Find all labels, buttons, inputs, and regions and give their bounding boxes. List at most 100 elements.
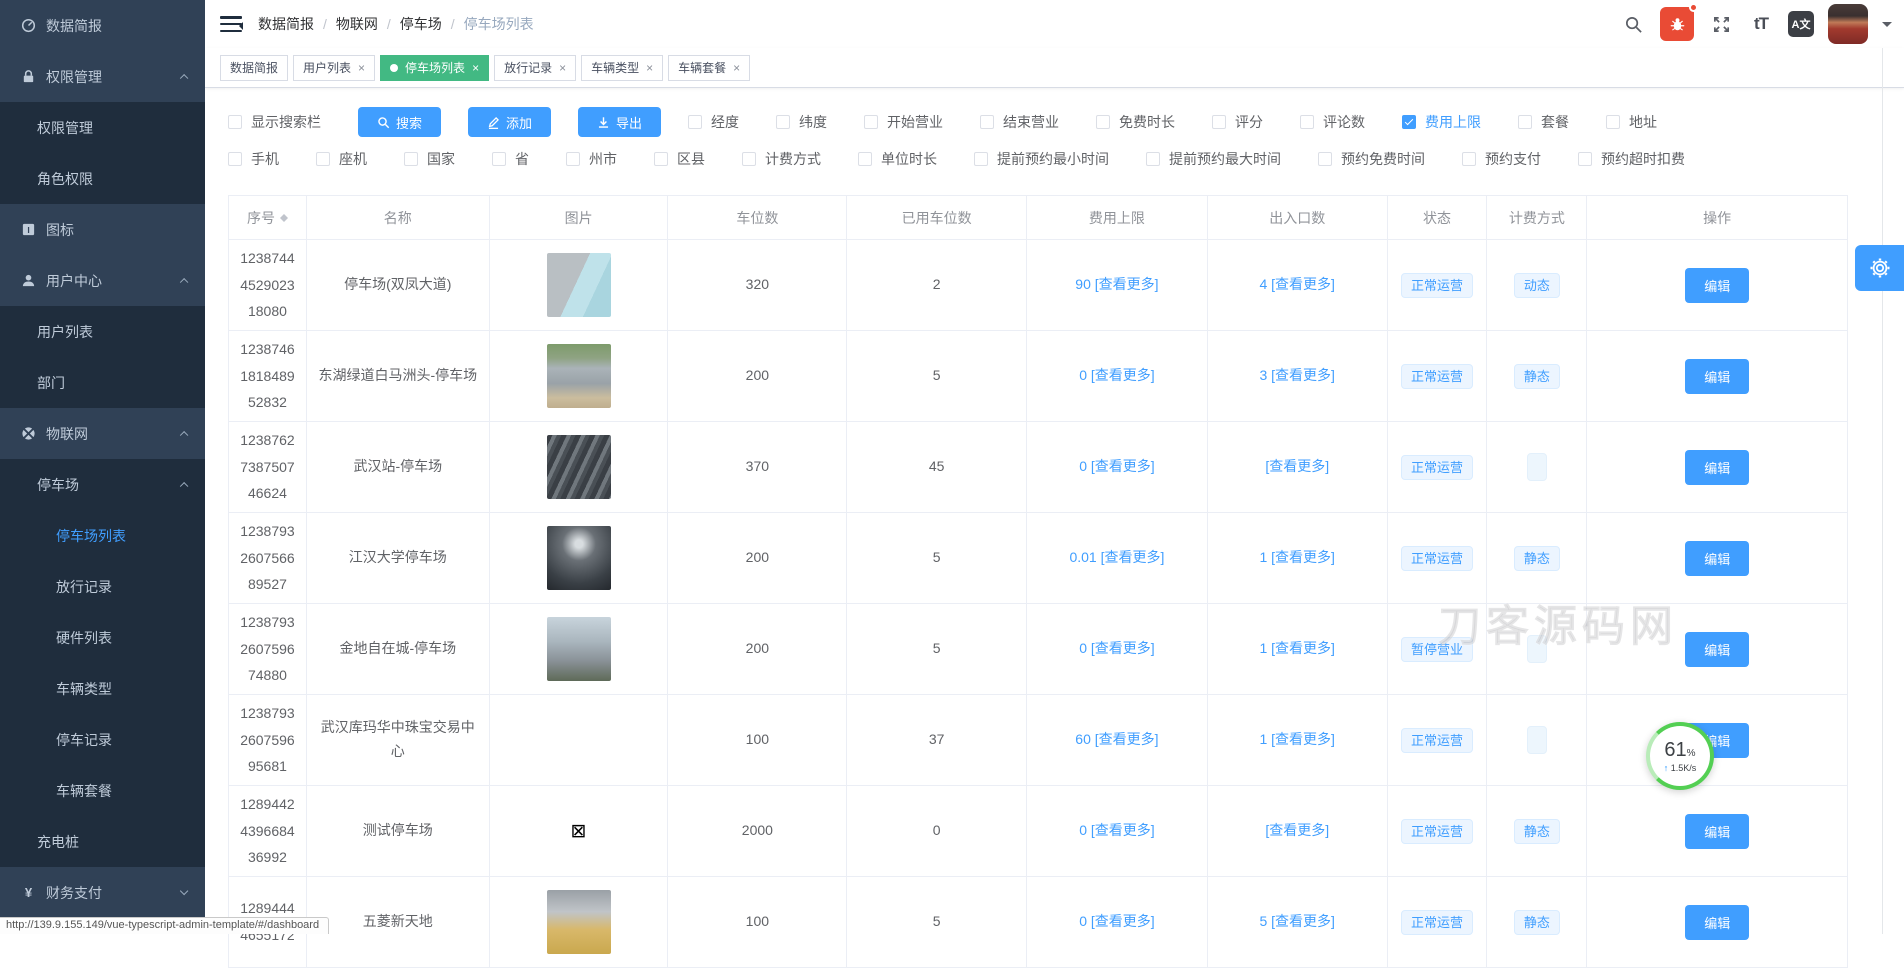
- sidebar-item[interactable]: 数据简报: [0, 0, 205, 51]
- close-icon[interactable]: ×: [358, 61, 365, 75]
- filter-checkbox[interactable]: 提前预约最小时间: [974, 149, 1109, 169]
- view-more-link[interactable]: 4 [查看更多]: [1259, 273, 1334, 297]
- close-icon[interactable]: ×: [472, 61, 479, 75]
- edit-button[interactable]: 编辑: [1685, 450, 1749, 485]
- edit-button[interactable]: 编辑: [1685, 905, 1749, 940]
- view-more-link[interactable]: 0 [查看更多]: [1079, 910, 1154, 934]
- sidebar-item[interactable]: 车辆套餐: [0, 765, 205, 816]
- tab-item[interactable]: 车辆类型×: [581, 55, 663, 81]
- view-more-link[interactable]: 0 [查看更多]: [1079, 455, 1154, 479]
- sidebar-item[interactable]: 部门: [0, 357, 205, 408]
- filter-checkbox[interactable]: 预约支付: [1462, 149, 1541, 169]
- parking-photo[interactable]: [547, 526, 611, 590]
- filter-checkbox[interactable]: 预约超时扣费: [1578, 149, 1685, 169]
- font-size-icon[interactable]: tT: [1748, 11, 1774, 37]
- filter-checkbox[interactable]: 州市: [566, 149, 617, 169]
- sidebar-item[interactable]: 用户列表: [0, 306, 205, 357]
- filter-checkbox[interactable]: 结束营业: [980, 112, 1059, 132]
- sidebar-item[interactable]: 充电桩: [0, 816, 205, 867]
- filter-checkbox[interactable]: 提前预约最大时间: [1146, 149, 1281, 169]
- search-button[interactable]: 搜索: [358, 107, 441, 137]
- view-more-link[interactable]: 1 [查看更多]: [1259, 546, 1334, 570]
- filter-checkbox[interactable]: 开始营业: [864, 112, 943, 132]
- parking-photo[interactable]: [547, 435, 611, 499]
- sidebar-item[interactable]: 权限管理: [0, 102, 205, 153]
- filter-checkbox[interactable]: 费用上限: [1402, 112, 1481, 132]
- close-icon[interactable]: ×: [646, 61, 653, 75]
- sidebar-toggle-icon[interactable]: [220, 14, 242, 34]
- parking-photo[interactable]: [547, 617, 611, 681]
- edit-button[interactable]: 编辑: [1685, 359, 1749, 394]
- filter-checkbox[interactable]: 手机: [228, 149, 279, 169]
- settings-gear-button[interactable]: [1855, 245, 1904, 291]
- filter-checkbox[interactable]: 单位时长: [858, 149, 937, 169]
- avatar[interactable]: [1828, 4, 1868, 44]
- view-more-link[interactable]: 0.01 [查看更多]: [1069, 546, 1164, 570]
- filter-checkbox[interactable]: 计费方式: [742, 149, 821, 169]
- edit-button[interactable]: 编辑: [1685, 814, 1749, 849]
- parking-photo[interactable]: [547, 890, 611, 954]
- show-searchbar-checkbox[interactable]: 显示搜索栏: [228, 112, 321, 132]
- chevron-down-icon[interactable]: [1882, 22, 1892, 32]
- column-header[interactable]: 序号: [229, 196, 307, 240]
- filter-checkbox[interactable]: 预约免费时间: [1318, 149, 1425, 169]
- view-more-link[interactable]: 5 [查看更多]: [1259, 910, 1334, 934]
- parking-photo[interactable]: [547, 344, 611, 408]
- sidebar-item[interactable]: 硬件列表: [0, 612, 205, 663]
- filter-checkbox[interactable]: 地址: [1606, 112, 1657, 132]
- view-more-link[interactable]: 1 [查看更多]: [1259, 728, 1334, 752]
- view-more-link[interactable]: 0 [查看更多]: [1079, 637, 1154, 661]
- sidebar-item[interactable]: 物联网: [0, 408, 205, 459]
- sidebar-item[interactable]: ¥财务支付: [0, 867, 205, 918]
- filter-checkbox[interactable]: 省: [492, 149, 529, 169]
- network-speed-widget[interactable]: 61% ↑ 1.5K/s: [1646, 722, 1714, 790]
- tab-item[interactable]: 放行记录×: [494, 55, 576, 81]
- sidebar-item[interactable]: 权限管理: [0, 51, 205, 102]
- sidebar-item[interactable]: 停车场: [0, 459, 205, 510]
- tab-item[interactable]: 车辆套餐×: [668, 55, 750, 81]
- edit-button[interactable]: 编辑: [1685, 541, 1749, 576]
- tab-item[interactable]: 用户列表×: [293, 55, 375, 81]
- tab-item[interactable]: 数据简报: [220, 55, 288, 81]
- edit-button[interactable]: 编辑: [1685, 632, 1749, 667]
- fullscreen-icon[interactable]: [1708, 11, 1734, 37]
- breadcrumb-item[interactable]: 数据简报: [258, 14, 314, 34]
- sidebar-item[interactable]: 用户中心: [0, 255, 205, 306]
- bug-report-icon[interactable]: [1660, 7, 1694, 41]
- filter-checkbox[interactable]: 国家: [404, 149, 455, 169]
- view-more-link[interactable]: [查看更多]: [1265, 455, 1329, 479]
- export-button[interactable]: 导出: [578, 107, 661, 137]
- filter-checkbox[interactable]: 经度: [688, 112, 739, 132]
- translate-icon[interactable]: A文: [1788, 11, 1814, 37]
- breadcrumb-item[interactable]: 停车场: [400, 14, 442, 34]
- close-icon[interactable]: ×: [559, 61, 566, 75]
- add-button[interactable]: 添加: [468, 107, 551, 137]
- sidebar-item[interactable]: 车辆类型: [0, 663, 205, 714]
- sidebar-item[interactable]: 放行记录: [0, 561, 205, 612]
- search-icon[interactable]: [1620, 11, 1646, 37]
- view-more-link[interactable]: 0 [查看更多]: [1079, 364, 1154, 388]
- filter-checkbox[interactable]: 评论数: [1300, 112, 1365, 132]
- filter-checkbox[interactable]: 纬度: [776, 112, 827, 132]
- view-more-link[interactable]: 90 [查看更多]: [1075, 273, 1158, 297]
- sidebar-item[interactable]: 角色权限: [0, 153, 205, 204]
- filter-checkbox[interactable]: 座机: [316, 149, 367, 169]
- sidebar-item[interactable]: 停车记录: [0, 714, 205, 765]
- filter-checkbox[interactable]: 免费时长: [1096, 112, 1175, 132]
- close-icon[interactable]: ×: [733, 61, 740, 75]
- tab-active[interactable]: 停车场列表×: [380, 55, 489, 81]
- sidebar-item[interactable]: 停车场列表: [0, 510, 205, 561]
- edit-button[interactable]: 编辑: [1685, 268, 1749, 303]
- sidebar-item[interactable]: I图标: [0, 204, 205, 255]
- parking-photo[interactable]: [547, 253, 611, 317]
- breadcrumb-item[interactable]: 物联网: [336, 14, 378, 34]
- view-more-link[interactable]: 0 [查看更多]: [1079, 819, 1154, 843]
- view-more-link[interactable]: [查看更多]: [1265, 819, 1329, 843]
- filter-checkbox[interactable]: 区县: [654, 149, 705, 169]
- sort-icon[interactable]: [280, 210, 288, 226]
- view-more-link[interactable]: 60 [查看更多]: [1075, 728, 1158, 752]
- view-more-link[interactable]: 1 [查看更多]: [1259, 637, 1334, 661]
- filter-checkbox[interactable]: 套餐: [1518, 112, 1569, 132]
- view-more-link[interactable]: 3 [查看更多]: [1259, 364, 1334, 388]
- filter-checkbox[interactable]: 评分: [1212, 112, 1263, 132]
